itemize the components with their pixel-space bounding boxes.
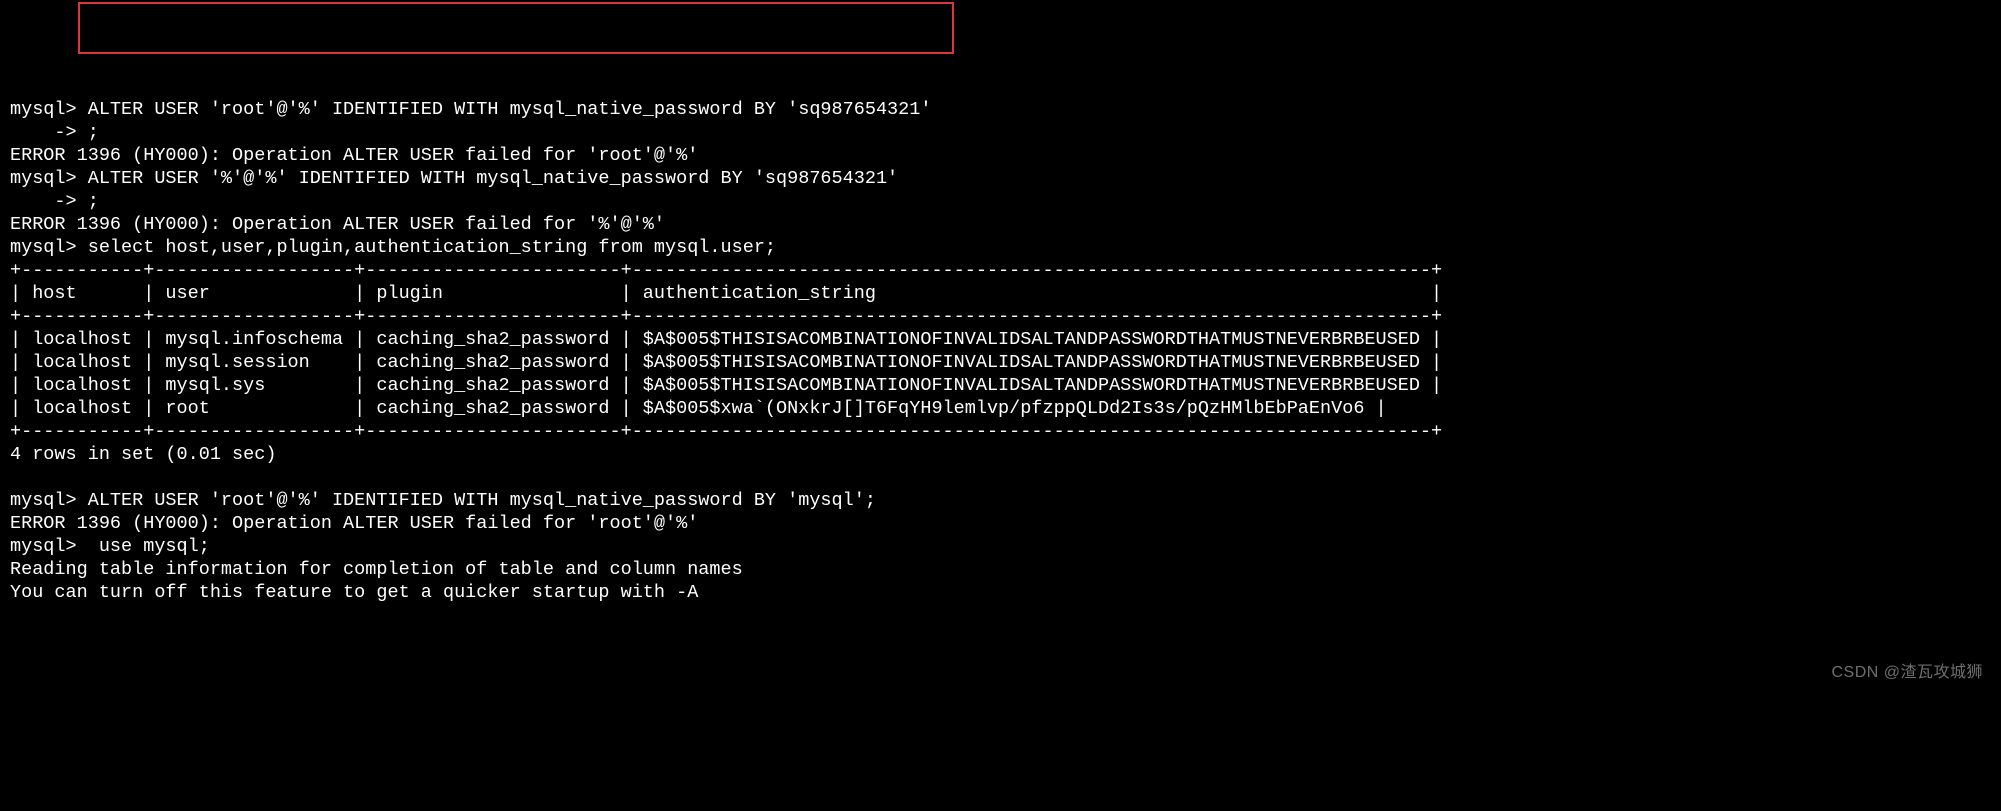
terminal-line: mysql> ALTER USER '%'@'%' IDENTIFIED WIT… — [10, 168, 898, 189]
terminal-line: ERROR 1396 (HY000): Operation ALTER USER… — [10, 214, 665, 235]
terminal-line: mysql> select host,user,plugin,authentic… — [10, 237, 776, 258]
terminal-line: You can turn off this feature to get a q… — [10, 582, 698, 603]
terminal-output[interactable]: mysql> ALTER USER 'root'@'%' IDENTIFIED … — [10, 98, 1991, 604]
terminal-line: ERROR 1396 (HY000): Operation ALTER USER… — [10, 145, 698, 166]
table-row: | localhost | mysql.sys | caching_sha2_p… — [10, 375, 1442, 396]
table-row: | localhost | mysql.infoschema | caching… — [10, 329, 1442, 350]
table-row: | localhost | mysql.session | caching_sh… — [10, 352, 1442, 373]
table-border: +-----------+------------------+--------… — [10, 421, 1442, 442]
table-header: | host | user | plugin | authentication_… — [10, 283, 1442, 304]
terminal-line: -> ; — [10, 191, 99, 212]
terminal-line: mysql> ALTER USER 'root'@'%' IDENTIFIED … — [10, 99, 931, 120]
terminal-line: -> ; — [10, 122, 99, 143]
terminal-line: mysql> use mysql; — [10, 536, 210, 557]
terminal-line: mysql> ALTER USER 'root'@'%' IDENTIFIED … — [10, 490, 876, 511]
terminal-line: Reading table information for completion… — [10, 559, 743, 580]
table-row: | localhost | root | caching_sha2_passwo… — [10, 398, 1387, 419]
table-border: +-----------+------------------+--------… — [10, 260, 1442, 281]
terminal-line: ERROR 1396 (HY000): Operation ALTER USER… — [10, 513, 698, 534]
watermark-text: CSDN @渣瓦攻城狮 — [1831, 661, 1983, 684]
table-border: +-----------+------------------+--------… — [10, 306, 1442, 327]
highlight-rectangle — [78, 2, 954, 54]
terminal-line: 4 rows in set (0.01 sec) — [10, 444, 276, 465]
